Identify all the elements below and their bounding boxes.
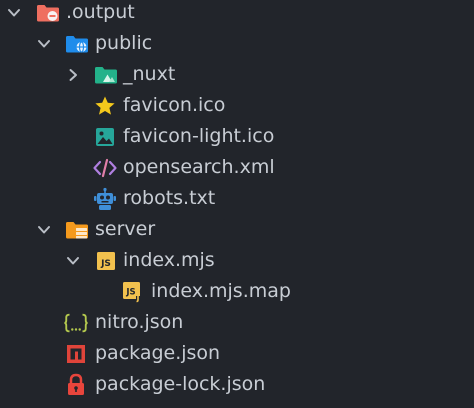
chevron-down-icon[interactable]: [3, 0, 25, 28]
tree-item-favicon-light-ico[interactable]: favicon-light.ico: [0, 121, 474, 152]
tree-item-label: nitro.json: [95, 311, 184, 333]
tree-item-label: favicon-light.ico: [123, 125, 275, 147]
image-file-icon: [92, 121, 118, 152]
js-file-icon: JS: [93, 245, 119, 276]
tree-item-package-json[interactable]: package.json: [0, 338, 474, 369]
tree-item-label: .output: [66, 1, 135, 23]
folder-output-icon: [35, 0, 61, 28]
tree-item-index-mjs[interactable]: JS index.mjs: [0, 245, 474, 276]
tree-item-label: index.mjs: [123, 249, 215, 271]
tree-item-package-lock-json[interactable]: package-lock.json: [0, 369, 474, 400]
tree-item-label: package.json: [95, 342, 221, 364]
chevron-down-icon[interactable]: [33, 214, 55, 245]
tree-item-label: package-lock.json: [95, 373, 266, 395]
tree-item-server-folder[interactable]: server: [0, 214, 474, 245]
tree-item-nitro-json[interactable]: nitro.json: [0, 307, 474, 338]
tree-item-nuxt-folder[interactable]: _nuxt: [0, 59, 474, 90]
svg-text:JS: JS: [125, 287, 135, 297]
npm-package-icon: [63, 338, 89, 369]
tree-item-label: public: [95, 32, 153, 54]
js-map-file-icon: JS: [120, 276, 146, 307]
robot-file-icon: [92, 183, 118, 214]
tree-item-label: favicon.ico: [123, 94, 226, 116]
tree-item-label: _nuxt: [123, 63, 176, 85]
xml-file-icon: [92, 152, 118, 183]
tree-item-index-mjs-map[interactable]: JS index.mjs.map: [0, 276, 474, 307]
json-file-icon: [63, 307, 89, 338]
tree-item-opensearch-xml[interactable]: opensearch.xml: [0, 152, 474, 183]
chevron-down-icon[interactable]: [33, 28, 55, 59]
chevron-right-icon[interactable]: [62, 59, 84, 90]
favicon-star-icon: [92, 90, 118, 121]
folder-public-icon: [64, 28, 90, 59]
tree-item-label: index.mjs.map: [151, 280, 291, 302]
tree-item-output-folder[interactable]: .output: [0, 0, 474, 28]
tree-item-robots-txt[interactable]: robots.txt: [0, 183, 474, 214]
tree-item-label: server: [95, 218, 156, 240]
file-explorer-tree: .output public _nuxt favicon.ico favicon…: [0, 0, 474, 408]
folder-nuxt-icon: [93, 59, 119, 90]
tree-item-favicon-ico[interactable]: favicon.ico: [0, 90, 474, 121]
svg-text:JS: JS: [100, 259, 111, 269]
folder-server-icon: [64, 214, 90, 245]
chevron-down-icon[interactable]: [62, 245, 84, 276]
tree-item-label: robots.txt: [123, 187, 216, 209]
tree-item-public-folder[interactable]: public: [0, 28, 474, 59]
lock-file-icon: [63, 369, 89, 400]
tree-item-label: opensearch.xml: [123, 156, 275, 178]
